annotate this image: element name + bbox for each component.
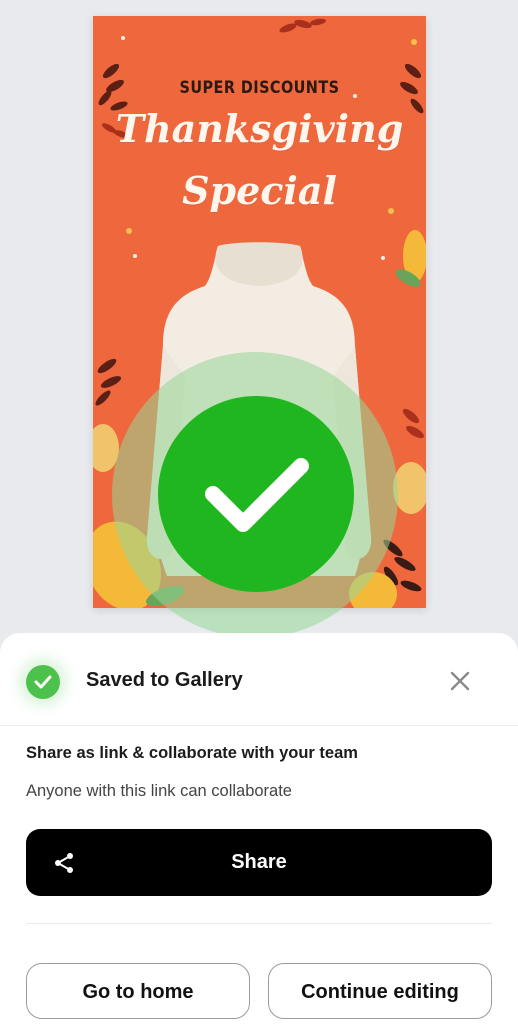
share-description: Anyone with this link can collaborate — [26, 782, 292, 800]
checkmark-icon — [205, 458, 309, 532]
divider — [26, 923, 492, 924]
continue-editing-label: Continue editing — [301, 981, 459, 1003]
poster-title-line1: Thanksgiving — [115, 106, 404, 151]
close-icon[interactable] — [446, 667, 474, 695]
sheet-header: Saved to Gallery — [0, 633, 518, 725]
divider — [0, 725, 518, 726]
continue-editing-button[interactable]: Continue editing — [268, 963, 492, 1019]
saved-status-label: Saved to Gallery — [86, 669, 243, 691]
share-button-label: Share — [231, 851, 287, 873]
save-bottom-sheet: Saved to Gallery Share as link & collabo… — [0, 633, 518, 1024]
success-badge — [158, 396, 354, 592]
poster-title-line2: Special — [182, 168, 337, 213]
go-to-home-label: Go to home — [82, 981, 194, 1003]
share-heading: Share as link & collaborate with your te… — [26, 744, 358, 762]
check-circle-icon — [26, 665, 60, 699]
poster-kicker: SUPER DISCOUNTS — [179, 78, 340, 98]
share-button[interactable]: Share — [26, 829, 492, 896]
go-to-home-button[interactable]: Go to home — [26, 963, 250, 1019]
